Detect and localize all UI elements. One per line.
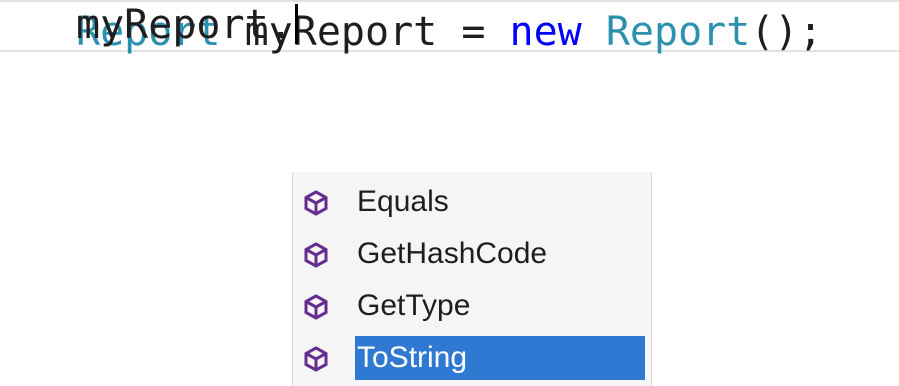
- text-caret: [294, 4, 298, 44]
- completion-item-label: GetHashCode: [357, 237, 548, 270]
- new-keyword-token: new: [509, 9, 582, 55]
- punctuation-token: ();: [750, 9, 823, 55]
- completion-item-gettype[interactable]: GetType: [293, 284, 651, 328]
- completion-item-gethashcode[interactable]: GetHashCode: [293, 232, 651, 276]
- completion-item-equals[interactable]: Equals: [293, 180, 651, 224]
- method-icon: [304, 294, 328, 320]
- assignment-token: =: [437, 9, 510, 55]
- method-icon: [304, 346, 328, 372]
- completion-item-tostring[interactable]: ToString: [293, 336, 651, 380]
- member-access-text: myReport.: [76, 2, 293, 48]
- code-line-member-access[interactable]: myReport.: [76, 1, 298, 49]
- code-editor[interactable]: Report myReport = new Report(); myReport…: [0, 0, 899, 386]
- method-icon: [304, 190, 328, 216]
- intellisense-completion-list[interactable]: Equals GetHashCode GetType ToString: [292, 172, 652, 386]
- method-icon: [304, 242, 328, 268]
- completion-item-label: Equals: [357, 185, 449, 218]
- completion-item-label-selected: ToString: [355, 336, 645, 380]
- constructor-token: Report: [605, 9, 751, 55]
- completion-item-label: GetType: [357, 289, 471, 322]
